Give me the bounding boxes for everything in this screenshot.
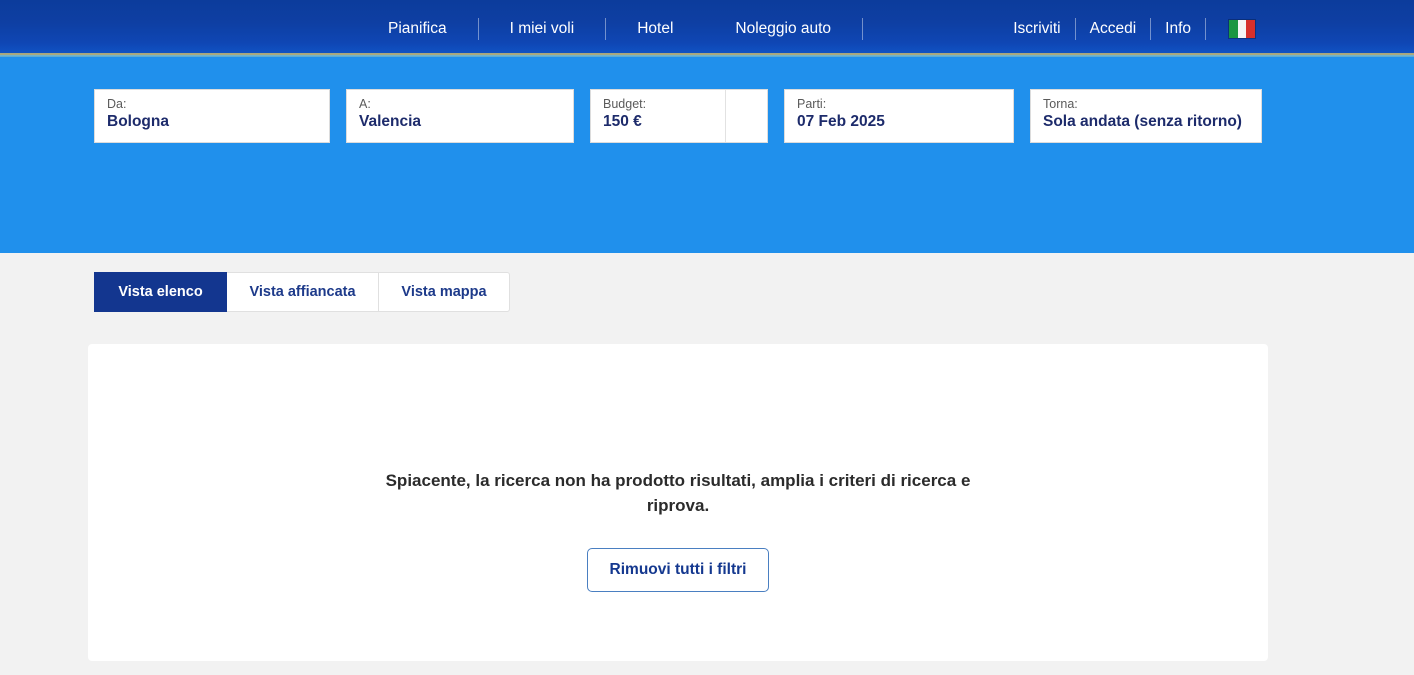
nav-divider bbox=[1150, 17, 1152, 40]
budget-field-divider bbox=[725, 90, 726, 142]
origin-field-value: Bologna bbox=[107, 113, 169, 130]
nav-noleggio-auto[interactable]: Noleggio auto bbox=[735, 21, 831, 37]
flag-band-white bbox=[1237, 19, 1247, 38]
budget-field[interactable]: Budget: 150 € bbox=[590, 89, 768, 143]
nav-iscriviti[interactable]: Iscriviti bbox=[1013, 21, 1060, 37]
depart-date-field-value: 07 Feb 2025 bbox=[797, 113, 885, 130]
italy-flag-icon[interactable] bbox=[1228, 18, 1256, 39]
flag-band-green bbox=[1229, 19, 1238, 38]
nav-divider bbox=[1205, 17, 1206, 40]
main-content: Vista elenco Vista affiancata Vista mapp… bbox=[0, 253, 1414, 675]
nav-accedi[interactable]: Accedi bbox=[1090, 21, 1137, 37]
no-results-message: Spiacente, la ricerca non ha prodotto ri… bbox=[385, 470, 971, 515]
return-date-field[interactable]: Torna: Sola andata (senza ritorno) bbox=[1030, 89, 1262, 143]
destination-field[interactable]: A: Valencia bbox=[346, 89, 574, 143]
nav-i-miei-voli[interactable]: I miei voli bbox=[510, 21, 575, 37]
nav-hotel[interactable]: Hotel bbox=[637, 21, 673, 37]
nav-info[interactable]: Info bbox=[1165, 21, 1191, 37]
nav-pianifica[interactable]: Pianifica bbox=[388, 21, 447, 37]
results-panel: Spiacente, la ricerca non ha prodotto ri… bbox=[88, 344, 1268, 661]
return-date-field-label: Torna: bbox=[1043, 97, 1078, 111]
origin-field[interactable]: Da: Bologna bbox=[94, 89, 330, 143]
budget-field-value: 150 € bbox=[603, 113, 642, 130]
destination-field-value: Valencia bbox=[359, 113, 422, 130]
flag-band-red bbox=[1246, 19, 1256, 38]
origin-field-label: Da: bbox=[107, 97, 127, 111]
clear-all-filters-button[interactable]: Rimuovi tutti i filtri bbox=[586, 547, 770, 592]
account-nav: Iscriviti Accedi Info bbox=[999, 17, 1256, 40]
tab-vista-elenco[interactable]: Vista elenco bbox=[94, 272, 227, 312]
top-navigation-bar: Pianifica I miei voli Hotel Noleggio aut… bbox=[0, 0, 1414, 57]
destination-field-label: A: bbox=[359, 97, 371, 111]
nav-divider bbox=[605, 17, 607, 40]
search-fields-row: Da: Bologna A: Valencia Budget: 150 € Pa… bbox=[0, 57, 1414, 143]
depart-date-field-label: Parti: bbox=[797, 97, 827, 111]
search-criteria-bar: Da: Bologna A: Valencia Budget: 150 € Pa… bbox=[0, 57, 1414, 253]
view-mode-tabs: Vista elenco Vista affiancata Vista mapp… bbox=[94, 253, 510, 312]
budget-field-label: Budget: bbox=[603, 97, 647, 111]
primary-nav: Pianifica I miei voli Hotel Noleggio aut… bbox=[357, 17, 864, 40]
return-date-field-value: Sola andata (senza ritorno) bbox=[1043, 113, 1242, 130]
tab-vista-affiancata[interactable]: Vista affiancata bbox=[227, 272, 379, 312]
tab-vista-mappa[interactable]: Vista mappa bbox=[379, 272, 510, 312]
depart-date-field[interactable]: Parti: 07 Feb 2025 bbox=[784, 89, 1014, 143]
nav-divider bbox=[477, 17, 479, 40]
nav-divider bbox=[1074, 17, 1076, 40]
nav-divider bbox=[862, 17, 864, 40]
